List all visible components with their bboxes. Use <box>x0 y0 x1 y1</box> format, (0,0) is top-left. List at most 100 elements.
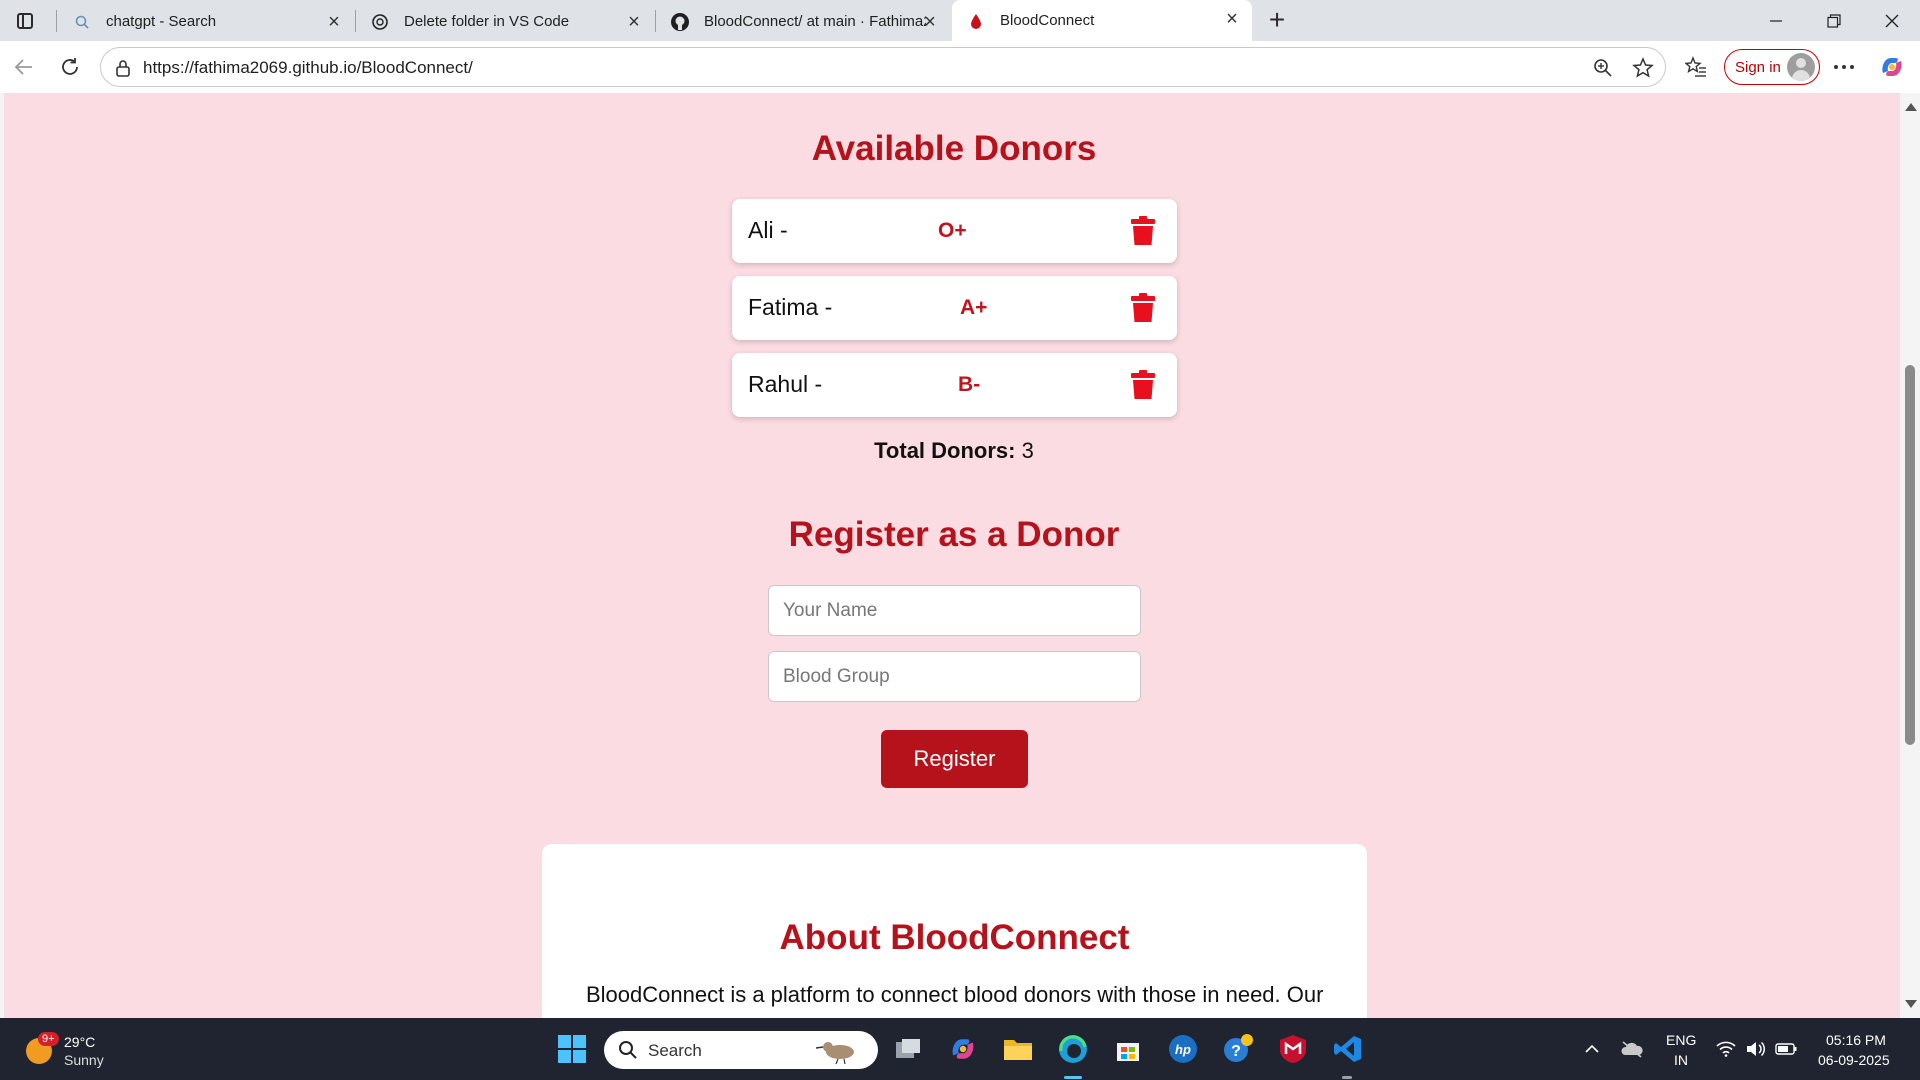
hp-icon[interactable]: hp <box>1165 1031 1201 1067</box>
page-scrollbar[interactable] <box>1900 93 1920 1018</box>
task-view-icon[interactable] <box>890 1031 926 1067</box>
about-text: BloodConnect is a platform to connect bl… <box>586 982 1324 1007</box>
microsoft-store-icon[interactable] <box>1110 1031 1146 1067</box>
tab-title: Delete folder in VS Code <box>404 13 570 30</box>
register-heading: Register as a Donor <box>788 515 1120 554</box>
copilot-icon <box>1882 58 1902 76</box>
total-donors-label: Total Donors: <box>874 438 1016 463</box>
favorites-button[interactable] <box>1680 51 1712 83</box>
navigation-bar: https://fathima2069.github.io/BloodConne… <box>0 41 1920 93</box>
show-hidden-icons-chevron-icon[interactable] <box>1574 1031 1610 1067</box>
back-button[interactable] <box>8 51 40 83</box>
trash-icon[interactable] <box>1130 370 1156 400</box>
active-app-indicator <box>1064 1076 1082 1079</box>
donor-name: Fatima - <box>748 294 833 320</box>
tab-bloodconnect[interactable]: BloodConnect × <box>952 0 1252 41</box>
search-icon <box>619 1041 637 1059</box>
scroll-up-icon[interactable] <box>1905 103 1917 111</box>
input-region: IN <box>1674 1052 1688 1068</box>
tab-actions-button[interactable] <box>10 8 40 34</box>
scroll-down-icon[interactable] <box>1905 1000 1917 1008</box>
back-arrow-icon <box>14 59 32 75</box>
start-button[interactable] <box>554 1031 590 1067</box>
donor-card: Rahul - B- <box>732 353 1177 417</box>
restore-button[interactable] <box>1806 0 1862 41</box>
get-help-icon[interactable]: ? <box>1220 1031 1256 1067</box>
ellipsis-icon <box>1834 65 1854 69</box>
close-icon <box>1885 14 1899 27</box>
close-window-button[interactable] <box>1864 0 1920 41</box>
temperature: 29°C <box>64 1034 96 1050</box>
search-label: Search <box>648 1041 702 1060</box>
tab-title: BloodConnect <box>1000 12 1095 29</box>
github-icon <box>670 12 690 32</box>
input-language[interactable]: ENG <box>1666 1032 1696 1048</box>
svg-text:hp: hp <box>1175 1042 1191 1057</box>
total-donors: Total Donors: 3 <box>4 438 1904 464</box>
avatar-icon <box>1787 53 1815 81</box>
mcafee-icon[interactable] <box>1275 1031 1311 1067</box>
clock-time[interactable]: 05:16 PM <box>1826 1032 1886 1048</box>
battery-icon[interactable] <box>1768 1031 1804 1067</box>
weather-condition: Sunny <box>64 1052 104 1068</box>
copilot-button[interactable] <box>1876 51 1908 83</box>
clock-date: 06-09-2025 <box>1818 1052 1890 1068</box>
site-info-lock-icon[interactable] <box>111 56 135 80</box>
new-tab-button[interactable]: + <box>1262 6 1292 36</box>
minimize-icon <box>1770 19 1782 22</box>
tab-strip: chatgpt - Search × Delete folder in VS C… <box>0 0 1920 41</box>
tab-chatgpt-search[interactable]: chatgpt - Search × <box>58 3 354 40</box>
vscode-icon[interactable] <box>1330 1031 1366 1067</box>
donor-card: Fatima - A+ <box>732 276 1177 340</box>
minimize-button[interactable] <box>1748 0 1804 41</box>
trash-icon[interactable] <box>1130 293 1156 323</box>
sign-in-button[interactable]: Sign in <box>1724 49 1820 85</box>
onedrive-offline-icon[interactable] <box>1614 1031 1650 1067</box>
donor-blood-group: B- <box>958 373 981 396</box>
url-text: https://fathima2069.github.io/BloodConne… <box>143 58 473 77</box>
trash-icon[interactable] <box>1130 216 1156 246</box>
more-options-button[interactable] <box>1828 51 1860 83</box>
file-explorer-icon[interactable] <box>1000 1031 1036 1067</box>
tab-delete-folder[interactable]: Delete folder in VS Code × <box>356 3 654 40</box>
donor-card: Ali - O+ <box>732 199 1177 263</box>
zoom-icon[interactable] <box>1591 56 1615 80</box>
taskbar-search[interactable]: Search <box>604 1031 878 1069</box>
name-input[interactable] <box>768 585 1141 636</box>
sign-in-label: Sign in <box>1735 58 1781 76</box>
running-app-indicator <box>1342 1076 1352 1079</box>
search-icon <box>72 12 92 32</box>
donor-name: Ali - <box>748 217 788 243</box>
favorites-list-icon <box>1685 56 1706 77</box>
tab-title: BloodConnect/ at main · Fathima2 <box>704 13 926 30</box>
restore-icon <box>1827 13 1841 28</box>
address-bar[interactable]: https://fathima2069.github.io/BloodConne… <box>100 47 1666 87</box>
about-heading: About BloodConnect <box>779 918 1130 957</box>
chatgpt-logo-icon <box>370 12 390 32</box>
tab-separator <box>56 10 57 32</box>
close-tab-icon[interactable]: × <box>920 12 940 32</box>
favorite-star-icon[interactable] <box>1631 56 1655 80</box>
close-tab-icon[interactable]: × <box>1222 9 1242 29</box>
svg-text:?: ? <box>1231 1043 1241 1060</box>
close-tab-icon[interactable]: × <box>324 12 344 32</box>
donor-blood-group: O+ <box>938 219 967 242</box>
tab-title: chatgpt - Search <box>106 13 217 30</box>
page-viewport: Available Donors Ali - O+ Fatima - A+ Ra… <box>0 93 1920 1018</box>
copilot-app-icon[interactable] <box>945 1031 981 1067</box>
donor-blood-group: A+ <box>960 296 988 319</box>
close-tab-icon[interactable]: × <box>624 12 644 32</box>
available-donors-heading: Available Donors <box>811 129 1097 168</box>
weather-widget[interactable]: 9+ 29°C Sunny <box>26 1032 136 1072</box>
tab-github[interactable]: BloodConnect/ at main · Fathima2 × <box>656 3 950 40</box>
taskbar: 9+ 29°C Sunny Search hp ? ENG IN 05:16 P… <box>0 1018 1920 1080</box>
register-button[interactable]: Register <box>881 730 1028 788</box>
bird-illustration-icon <box>815 1042 854 1065</box>
notification-badge: 9+ <box>38 1032 59 1046</box>
reload-button[interactable] <box>54 51 86 83</box>
scrollbar-thumb[interactable] <box>1905 365 1915 745</box>
blood-group-input[interactable] <box>768 651 1141 702</box>
total-donors-count: 3 <box>1021 438 1034 463</box>
edge-browser-icon[interactable] <box>1055 1031 1091 1067</box>
blood-drop-icon <box>966 11 986 31</box>
